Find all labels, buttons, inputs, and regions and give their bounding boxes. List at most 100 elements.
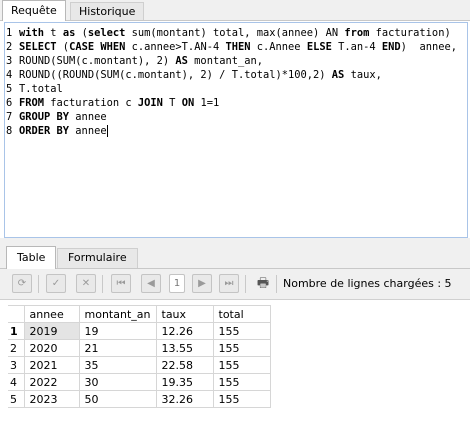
line-number: 7 xyxy=(6,111,13,123)
results-table[interactable]: annee montant_an taux total 1 2019 19 12.26… xyxy=(8,305,271,408)
code-text: ORDER BY annee xyxy=(19,124,108,138)
refresh-icon: ⟳ xyxy=(17,278,27,289)
sql-text: 1=1 xyxy=(194,97,220,109)
sql-keyword: THEN xyxy=(225,41,251,53)
result-tabbar: Table Formulaire xyxy=(0,246,470,269)
column-header-taux[interactable]: taux xyxy=(155,305,214,323)
sql-text: ( xyxy=(56,41,70,53)
cell-montant-an[interactable]: 21 xyxy=(78,339,157,357)
table-row[interactable]: 3 2021 35 22.58 155 xyxy=(8,356,271,374)
code-text: SELECT (CASE WHEN c.annee>T.AN-4 THEN c.… xyxy=(19,40,457,54)
next-page-button[interactable]: ▶ xyxy=(192,274,212,293)
row-number[interactable]: 3 xyxy=(8,356,25,374)
sql-text: c.Annee xyxy=(250,41,307,53)
cell-total[interactable]: 155 xyxy=(212,339,271,357)
row-number[interactable]: 5 xyxy=(8,390,25,408)
sql-keyword: with xyxy=(19,27,45,39)
line-number: 5 xyxy=(6,83,13,95)
row-number-header xyxy=(8,305,25,323)
line-number: 6 xyxy=(6,97,13,109)
cell-annee[interactable]: 2022 xyxy=(23,373,80,391)
cell-total[interactable]: 155 xyxy=(212,322,271,340)
apply-button[interactable]: ✓ xyxy=(46,274,66,293)
prev-page-button[interactable]: ◀ xyxy=(141,274,161,293)
sql-editor[interactable]: 1 with t as (select sum(montant) total, m… xyxy=(4,22,468,238)
first-page-button[interactable]: ⏮ xyxy=(111,274,131,293)
code-text: FROM facturation c JOIN T ON 1=1 xyxy=(19,96,219,110)
table-row[interactable]: 4 2022 30 19.35 155 xyxy=(8,373,271,391)
sql-text: facturation c xyxy=(44,97,138,109)
code-text: ROUND((ROUND(SUM(c.montant), 2) / T.tota… xyxy=(19,68,382,82)
table-row[interactable]: 1 2019 19 12.26 155 xyxy=(8,322,271,340)
cell-taux[interactable]: 19.35 xyxy=(155,373,214,391)
cancel-button[interactable]: ✕ xyxy=(76,274,96,293)
sql-text: c.annee>T.AN-4 xyxy=(125,41,226,53)
cell-taux[interactable]: 12.26 xyxy=(155,322,214,340)
code-text: T.total xyxy=(19,82,63,96)
toolbar-separator xyxy=(102,275,103,293)
row-number[interactable]: 1 xyxy=(8,322,25,340)
sql-text: facturation) xyxy=(369,27,451,39)
tab-table[interactable]: Table xyxy=(6,246,57,269)
refresh-button[interactable]: ⟳ xyxy=(12,274,32,293)
cell-taux[interactable]: 32.26 xyxy=(155,390,214,408)
toolbar-separator xyxy=(276,275,277,293)
toolbar-separator xyxy=(245,275,246,293)
cell-annee[interactable]: 2021 xyxy=(23,356,80,374)
sql-text: T.an-4 xyxy=(331,41,382,53)
column-header-montant-an[interactable]: montant_an xyxy=(78,305,157,323)
code-text: ROUND(SUM(c.montant), 2) AS montant_an, xyxy=(19,54,263,68)
cell-taux[interactable]: 22.58 xyxy=(155,356,214,374)
sql-keyword: ELSE xyxy=(306,41,332,53)
sql-keyword: select xyxy=(87,27,126,39)
table-header-row: annee montant_an taux total xyxy=(8,305,271,323)
cell-total[interactable]: 155 xyxy=(212,373,271,391)
row-number[interactable]: 4 xyxy=(8,373,25,391)
next-page-icon: ▶ xyxy=(198,278,206,289)
sql-text: annee xyxy=(69,125,107,137)
cell-total[interactable]: 155 xyxy=(212,356,271,374)
splitter[interactable] xyxy=(0,238,470,246)
last-page-button[interactable]: ⏭ xyxy=(219,274,239,293)
tab-formulaire[interactable]: Formulaire xyxy=(57,248,138,268)
last-page-icon: ⏭ xyxy=(224,278,234,289)
sql-keyword: SELECT xyxy=(19,41,57,53)
sql-text: taux, xyxy=(344,69,382,81)
line-number: 2 xyxy=(6,41,13,53)
line-number: 4 xyxy=(6,69,13,81)
column-header-total[interactable]: total xyxy=(212,305,271,323)
sql-keyword: END xyxy=(381,41,401,53)
table-row[interactable]: 2 2020 21 13.55 155 xyxy=(8,339,271,357)
sql-keyword: JOIN xyxy=(137,97,163,109)
row-number[interactable]: 2 xyxy=(8,339,25,357)
cell-annee[interactable]: 2020 xyxy=(23,339,80,357)
sql-keyword: GROUP BY xyxy=(19,111,70,123)
cell-montant-an[interactable]: 50 xyxy=(78,390,157,408)
code-text: GROUP BY annee xyxy=(19,110,107,124)
text-cursor xyxy=(106,125,108,137)
sql-keyword: ORDER BY xyxy=(19,125,70,137)
row-count-label: Nombre de lignes chargées : 5 xyxy=(283,277,452,290)
close-icon: ✕ xyxy=(81,278,91,289)
cell-montant-an[interactable]: 19 xyxy=(78,322,157,340)
tab-requete[interactable]: Requête xyxy=(2,0,66,21)
cell-annee[interactable]: 2023 xyxy=(23,390,80,408)
page-number-field[interactable]: 1 xyxy=(169,274,185,293)
sql-text: ROUND((ROUND(SUM(c.montant), 2) / T.tota… xyxy=(19,69,332,81)
cell-montant-an[interactable]: 30 xyxy=(78,373,157,391)
printer-icon: 🖶 xyxy=(256,276,270,291)
tab-historique[interactable]: Historique xyxy=(70,2,145,20)
cell-annee[interactable]: 2019 xyxy=(23,322,80,340)
first-page-icon: ⏮ xyxy=(116,278,126,289)
cell-montant-an[interactable]: 35 xyxy=(78,356,157,374)
cell-taux[interactable]: 13.55 xyxy=(155,339,214,357)
table-row[interactable]: 5 2023 50 32.26 155 xyxy=(8,390,271,408)
query-tabbar: Requête Historique xyxy=(0,0,470,21)
print-button[interactable]: 🖶 xyxy=(253,274,273,293)
sql-keyword: as xyxy=(62,27,76,39)
sql-keyword: AS xyxy=(175,55,188,67)
line-number: 1 xyxy=(6,27,13,39)
cell-total[interactable]: 155 xyxy=(212,390,271,408)
line-number: 8 xyxy=(6,125,13,137)
column-header-annee[interactable]: annee xyxy=(23,305,80,323)
